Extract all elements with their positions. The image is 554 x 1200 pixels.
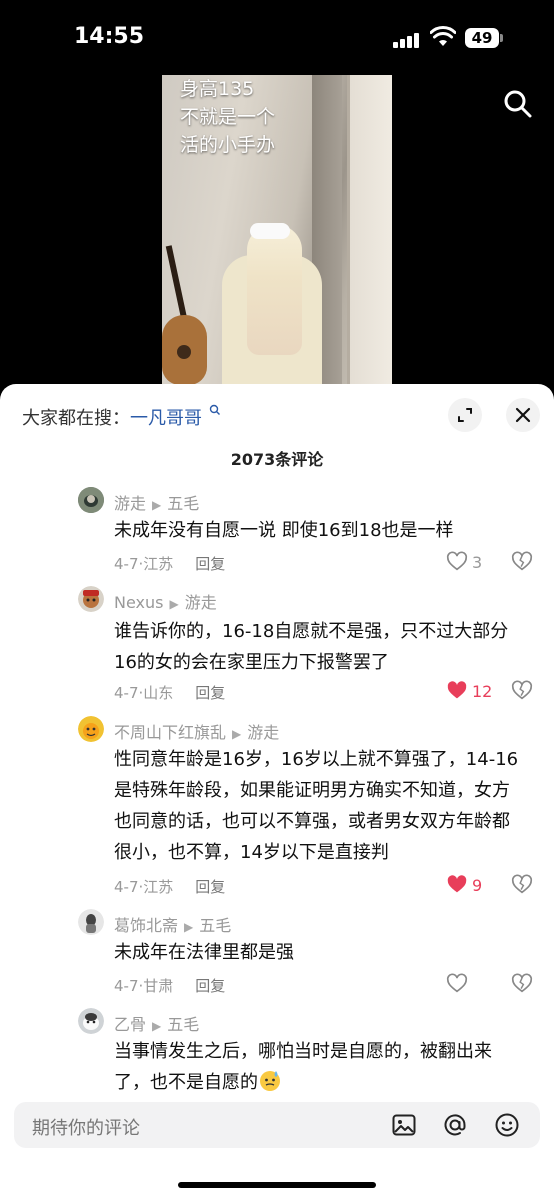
home-indicator [178,1182,376,1188]
heart-outline-icon [446,551,468,571]
comment-author[interactable]: Nexus [114,593,163,612]
emoji-icon[interactable] [494,1112,520,1138]
comment-text: 当事情发生之后，哪怕当时是自愿的，被翻出来 了，也不是自愿的 [114,1041,492,1093]
cellular-signal-icon [393,30,423,48]
comment-author[interactable]: 葛饰北斋 [114,916,178,935]
reply-button[interactable]: 回复 [195,555,225,573]
reply-arrow-icon: ▶ [169,597,179,611]
comment-input-placeholder: 期待你的评论 [32,1118,140,1139]
comment-author[interactable]: 游走 [114,494,146,513]
avatar[interactable] [78,487,104,513]
search-icon[interactable] [502,88,534,120]
search-small-icon [209,404,220,415]
comment-date-location: 4-7·江苏 [114,878,174,896]
like-button[interactable] [446,973,506,997]
status-bar: 14:55 49 [0,0,554,70]
reply-arrow-icon: ▶ [152,1019,162,1033]
like-count: 3 [472,553,483,572]
like-count: 12 [472,682,493,701]
expand-button[interactable] [448,398,482,432]
status-time: 14:55 [74,24,145,49]
reply-button[interactable]: 回复 [195,977,225,995]
video-caption: 身高135 不就是一个 活的小手办 [180,78,276,156]
sweat-emoji-icon [260,1071,280,1091]
avatar[interactable] [78,716,104,742]
video-player[interactable]: 身高135 不就是一个 活的小手办 [162,75,392,385]
reply-to-user[interactable]: 五毛 [167,494,199,513]
trending-search[interactable]: 大家都在搜：一凡哥哥 [22,404,221,430]
avatar[interactable] [78,586,104,612]
battery-indicator: 49 [465,28,499,48]
reply-button[interactable]: 回复 [195,684,225,702]
comment-author[interactable]: 乙骨 [114,1015,146,1034]
reply-button[interactable]: 回复 [195,878,225,896]
battery-nub [500,34,503,42]
broken-heart-icon[interactable] [511,973,533,995]
reply-arrow-icon: ▶ [184,920,194,934]
expand-icon [458,408,472,422]
close-button[interactable] [506,398,540,432]
comment-date-location: 4-7·江苏 [114,555,174,573]
like-count: 9 [472,876,483,895]
like-button[interactable]: 3 [446,551,506,575]
reply-arrow-icon: ▶ [232,727,242,741]
comment-text: 性同意年龄是16岁，16岁以上就不算强了，14-16 是特殊年龄段，如果能证明男… [114,749,519,863]
wifi-icon [430,26,456,46]
trending-query[interactable]: 一凡哥哥 [130,408,202,429]
comment-text: 谁告诉你的，16-18自愿就不是强，只不过大部分 16的女的会在家里压力下报警罢… [114,621,509,673]
comment-text: 未成年在法律里都是强 [114,942,294,963]
like-button[interactable]: 9 [446,874,506,898]
avatar[interactable] [78,1008,104,1034]
comment-date-location: 4-7·山东 [114,684,174,702]
reply-to-user[interactable]: 游走 [185,593,217,612]
reply-to-user[interactable]: 五毛 [199,916,231,935]
avatar[interactable] [78,909,104,935]
reply-to-user[interactable]: 五毛 [167,1015,199,1034]
heart-filled-icon [447,875,467,893]
image-icon[interactable] [391,1112,417,1138]
like-button[interactable]: 12 [446,680,506,704]
heart-outline-icon [446,973,468,993]
close-icon [515,407,531,423]
heart-filled-icon [447,681,467,699]
comment-author[interactable]: 不周山下红旗乱 [114,723,226,742]
broken-heart-icon[interactable] [511,551,533,573]
comment-date-location: 4-7·甘肃 [114,977,174,995]
broken-heart-icon[interactable] [511,874,533,896]
comment-text: 未成年没有自愿一说 即使16到18也是一样 [114,520,454,541]
mention-icon[interactable] [442,1112,468,1138]
reply-to-user[interactable]: 游走 [247,723,279,742]
comment-count: 2073条评论 [230,450,324,469]
broken-heart-icon[interactable] [511,680,533,702]
comment-input[interactable]: 期待你的评论 [14,1102,540,1148]
reply-arrow-icon: ▶ [152,498,162,512]
